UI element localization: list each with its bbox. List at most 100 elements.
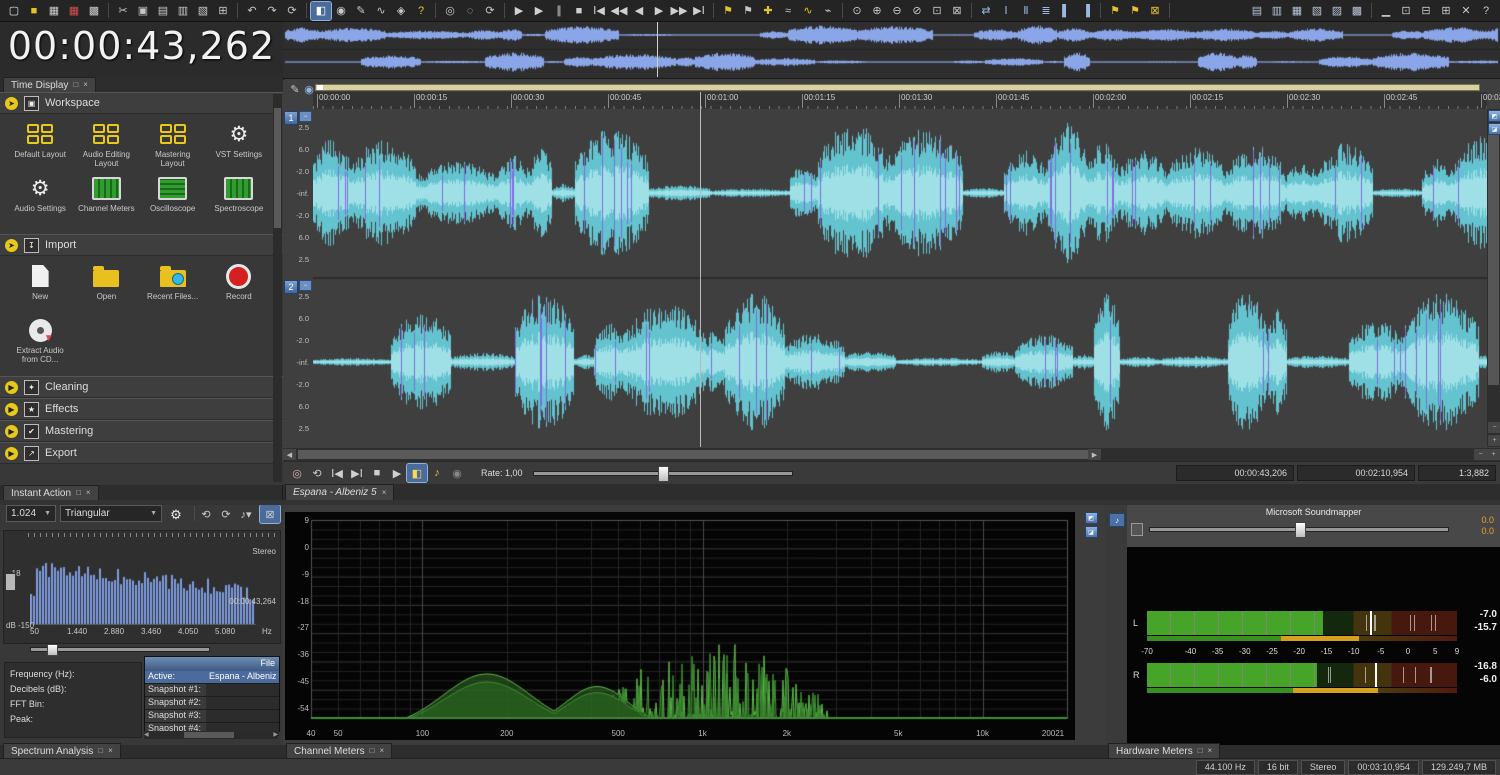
editor-vscrollbar[interactable]: ◩ ◪ − + <box>1487 109 1500 447</box>
play-icon[interactable]: ▶ <box>529 2 549 20</box>
save-all-icon[interactable]: ▩ <box>84 2 104 20</box>
envelope-tool-icon[interactable]: ∿ <box>371 2 391 20</box>
step-forward-icon[interactable]: ▶ <box>649 2 669 20</box>
spectrum-hslider[interactable] <box>30 644 210 656</box>
position-bar-handle[interactable] <box>317 85 323 90</box>
rate-slider-thumb[interactable] <box>657 465 669 482</box>
spectrum-lock-button[interactable]: ⊠ <box>259 504 281 524</box>
section-header-import[interactable]: ➤ ↧ Import <box>0 234 283 256</box>
zoom-selection-icon[interactable]: ⊙ <box>847 2 867 20</box>
zoom-out-time-icon[interactable]: − <box>1474 449 1487 460</box>
editor-hscroll-thumb[interactable] <box>298 450 1088 459</box>
action-recent-files-[interactable]: Recent Files... <box>141 263 205 313</box>
window-tile-v-icon[interactable]: ⊞ <box>1436 2 1456 20</box>
stop-button[interactable]: ■ <box>367 464 387 482</box>
time-ruler[interactable]: 00:00:00 00:00:15 00:00:30 00:00:45 00:01:00… <box>313 92 1500 110</box>
close-icon[interactable]: × <box>1208 747 1213 755</box>
lock-icon[interactable] <box>1131 523 1143 536</box>
expand-arrow-icon[interactable]: ▶ <box>5 446 18 460</box>
float-icon[interactable]: □ <box>73 81 78 89</box>
insert-region-icon[interactable]: ⚑ <box>738 2 758 20</box>
tab-espana-albeniz[interactable]: Espana - Albeniz 5 × <box>285 484 395 500</box>
action-vst-settings[interactable]: ⚙ VST Settings <box>207 121 271 171</box>
audio-monitor-button[interactable]: ♪ <box>427 464 447 482</box>
spectrum-refresh-button[interactable]: ⟲ <box>196 505 216 523</box>
zoom-fit-icon[interactable]: ⊠ <box>947 2 967 20</box>
snapshot-row[interactable]: Snapshot #2: <box>145 697 279 710</box>
spectrum-table-scrollbar[interactable]: ◀ ▶ <box>144 731 278 739</box>
close-icon[interactable]: × <box>379 747 384 755</box>
stop-icon[interactable]: ■ <box>569 2 589 20</box>
section-header-export[interactable]: ▶ ↗ Export <box>0 442 283 464</box>
edit-tool-icon[interactable]: ◧ <box>310 0 332 21</box>
expand-arrow-icon[interactable]: ▶ <box>5 424 18 438</box>
stereo-icon[interactable]: Ⅱ <box>1016 2 1036 20</box>
action-audio-editing-layout[interactable]: Audio Editing Layout <box>74 121 138 171</box>
tab-hardware-meters[interactable]: Hardware Meters □ × <box>1108 743 1221 758</box>
window-tile-h-icon[interactable]: ⊟ <box>1416 2 1436 20</box>
open-plugin-icon[interactable]: ◎ <box>440 2 460 20</box>
view-explorer-icon[interactable]: ▩ <box>1347 2 1367 20</box>
tab-spectrum-analysis[interactable]: Spectrum Analysis □ × <box>3 743 121 758</box>
magnify-tool-icon[interactable]: ◉ <box>331 2 351 20</box>
pencil-tool-icon[interactable]: ✎ <box>351 2 371 20</box>
float-icon[interactable]: □ <box>98 747 103 755</box>
window-help-icon[interactable]: ? <box>1476 2 1496 20</box>
paste-icon[interactable]: ▤ <box>153 2 173 20</box>
zoom-window-icon[interactable]: ⊡ <box>927 2 947 20</box>
record-ready-button[interactable]: ◎ <box>287 464 307 482</box>
copy-icon[interactable]: ▣ <box>133 2 153 20</box>
repeat-icon[interactable]: ⟳ <box>282 2 302 20</box>
channel-minimize-icon[interactable]: − <box>299 280 312 291</box>
scrub-tool-button[interactable]: ◧ <box>406 463 428 483</box>
spectrum-hslider-thumb[interactable] <box>47 644 58 656</box>
marker-add-icon[interactable]: ⚑ <box>1105 2 1125 20</box>
spectrum-monitor-button[interactable]: ♪▾ <box>236 505 256 523</box>
cut-icon[interactable]: ✂ <box>113 2 133 20</box>
action-audio-settings[interactable]: ⚙ Audio Settings <box>8 175 72 225</box>
spectrum-table-scroll-thumb[interactable] <box>184 732 234 738</box>
window-cascade-icon[interactable]: ⊡ <box>1396 2 1416 20</box>
snapshot-row[interactable]: Snapshot #1: <box>145 684 279 697</box>
event-tool-icon[interactable]: ◈ <box>391 2 411 20</box>
output-gain-slider[interactable] <box>1149 522 1449 538</box>
convert-channels-icon[interactable]: ⇄ <box>976 2 996 20</box>
scroll-left-icon[interactable]: ◀ <box>283 449 296 460</box>
zoom-out-vertical-icon[interactable]: − <box>1488 422 1500 433</box>
paste-special-icon[interactable]: ▧ <box>193 2 213 20</box>
scroll-right-icon[interactable]: ▶ <box>273 731 278 738</box>
section-header-effects[interactable]: ▶ ★ Effects <box>0 398 283 420</box>
float-icon[interactable]: □ <box>370 747 375 755</box>
window-minimize-icon[interactable]: ▁ <box>1376 2 1396 20</box>
overview-waveform-canvas[interactable] <box>283 22 1500 77</box>
action-channel-meters[interactable]: Channel Meters <box>74 175 138 225</box>
go-to-end-button[interactable]: ▶Ⅰ <box>347 464 367 482</box>
redo-icon[interactable]: ↷ <box>262 2 282 20</box>
sidebar-scrollbar[interactable] <box>273 94 282 482</box>
waveform-canvas[interactable] <box>313 109 1487 447</box>
action-new[interactable]: New <box>8 263 72 313</box>
expand-arrow-icon[interactable]: ➤ <box>5 238 18 252</box>
maximize-width-icon[interactable]: ◩ <box>1488 110 1500 122</box>
tab-time-display[interactable]: Time Display □ × <box>3 77 96 92</box>
editor-vscroll-thumb[interactable] <box>1488 135 1499 385</box>
spectrum-chart[interactable]: -18 dB -150 Stereo 00:00:43,264 501.4402… <box>3 530 281 644</box>
meter-right-icon[interactable]: ▐ <box>1076 2 1096 20</box>
open-icon[interactable]: ■ <box>24 2 44 20</box>
action-default-layout[interactable]: Default Layout <box>8 121 72 171</box>
zoom-normal-icon[interactable]: ⊘ <box>907 2 927 20</box>
channel-badge-2[interactable]: 2 <box>284 280 298 294</box>
scroll-right-icon[interactable]: ▶ <box>1088 449 1101 460</box>
overview-waveform-strip[interactable] <box>283 22 1500 79</box>
editor-hscrollbar[interactable]: ◀ ▶ − + <box>283 448 1500 461</box>
spectrum-vslider[interactable] <box>5 573 16 591</box>
view-video-icon[interactable]: ▧ <box>1307 2 1327 20</box>
expand-arrow-icon[interactable]: ➤ <box>5 96 18 110</box>
fft-size-combo[interactable]: 1.024 ▼ <box>6 505 56 522</box>
view-sonogram-icon[interactable]: ▦ <box>1287 2 1307 20</box>
snap-icon[interactable]: ⌁ <box>818 2 838 20</box>
expand-arrow-icon[interactable]: ▶ <box>5 380 18 394</box>
waveform-area[interactable] <box>313 109 1487 447</box>
output-gain-thumb[interactable] <box>1295 522 1306 538</box>
auto-trim-icon[interactable]: ∿ <box>798 2 818 20</box>
